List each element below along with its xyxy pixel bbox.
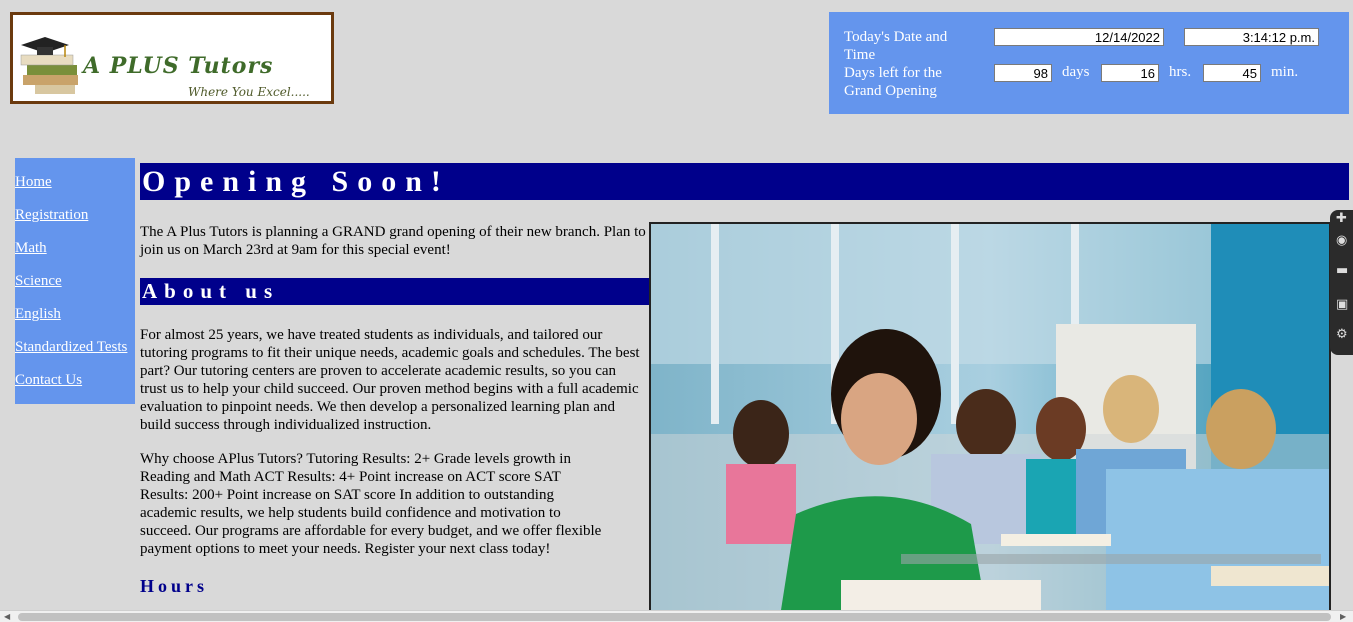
about-paragraph-1: For almost 25 years, we have treated stu… (140, 327, 640, 433)
days-unit: days (1062, 64, 1090, 80)
site-logo: A PLUS Tutors Where You Excel..... (10, 12, 334, 104)
nav-link-math[interactable]: Math (15, 240, 47, 257)
date-field[interactable] (994, 28, 1164, 46)
time-field[interactable] (1184, 28, 1319, 46)
classroom-photo (649, 222, 1331, 612)
nav-link-science[interactable]: Science (15, 273, 62, 290)
hours-heading: Hours (140, 576, 209, 596)
about-us-heading: About us (140, 278, 650, 305)
pin-icon[interactable]: ✚ (1336, 212, 1350, 226)
logo-title: A PLUS Tutors (83, 53, 274, 79)
gallery-icon[interactable]: ▣ (1336, 298, 1350, 312)
scroll-left-arrow-icon[interactable]: ◀ (4, 612, 10, 621)
minutes-field[interactable] (1203, 64, 1261, 82)
gear-icon[interactable]: ⚙ (1336, 328, 1350, 342)
hours-unit: hrs. (1169, 64, 1192, 80)
camera-icon[interactable]: ◉ (1336, 234, 1350, 248)
minutes-unit: min. (1271, 64, 1299, 80)
opening-soon-heading: Opening Soon! (140, 163, 1349, 200)
nav-link-english[interactable]: English (15, 306, 61, 323)
intro-paragraph: The A Plus Tutors is planning a GRAND gr… (140, 224, 646, 258)
countdown-label: Days left for the Grand Opening (844, 65, 942, 99)
hours-field[interactable] (1101, 64, 1159, 82)
nav-link-registration[interactable]: Registration (15, 207, 88, 224)
floating-side-toolbar: ✚ ◉ ▬ ▣ ⚙ (1330, 210, 1353, 355)
about-paragraph-2: Why choose APlus Tutors? Tutoring Result… (140, 451, 602, 557)
folder-icon[interactable]: ▬ (1336, 264, 1350, 278)
logo-tagline: Where You Excel..... (188, 85, 310, 99)
nav-link-standardized-tests[interactable]: Standardized Tests (15, 339, 127, 356)
nav-link-home[interactable]: Home (15, 174, 52, 191)
scrollbar-thumb[interactable] (18, 613, 1331, 621)
scroll-right-arrow-icon[interactable]: ▶ (1340, 612, 1346, 621)
days-field[interactable] (994, 64, 1052, 82)
horizontal-scrollbar[interactable]: ◀ ▶ (0, 610, 1353, 622)
nav-link-contact-us[interactable]: Contact Us (15, 372, 82, 389)
date-time-label: Today's Date and Time (844, 29, 948, 63)
side-navigation: Home Registration Math Science English S… (15, 158, 135, 404)
date-countdown-panel: Today's Date and Time Days left for the … (829, 12, 1349, 114)
